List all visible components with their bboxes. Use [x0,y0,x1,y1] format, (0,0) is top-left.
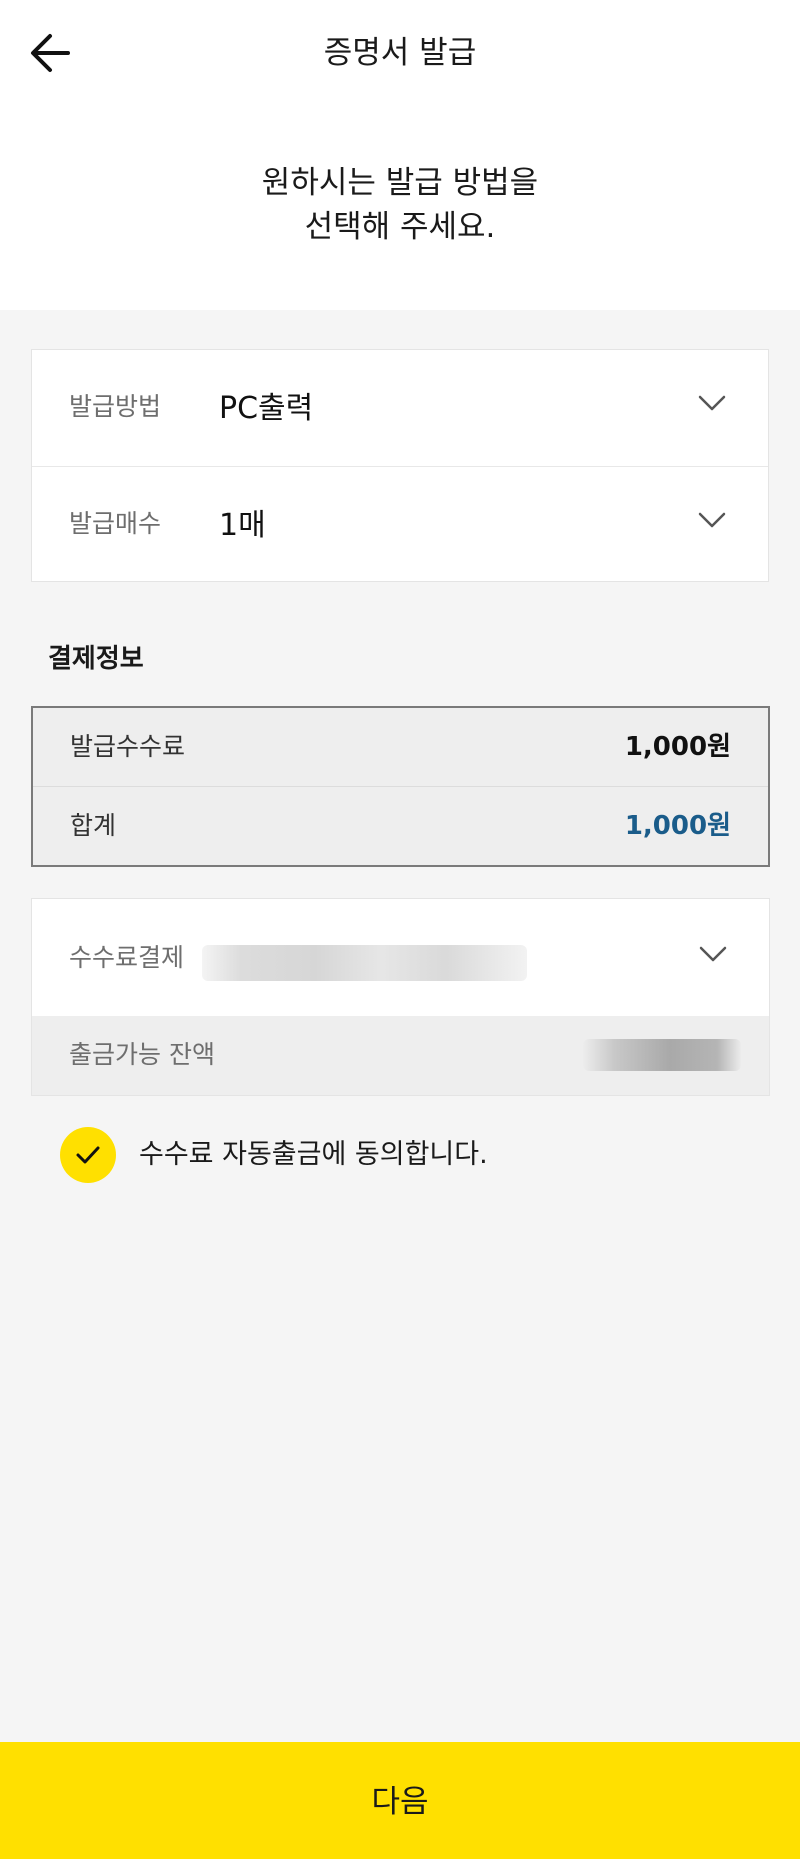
instruction-line-2: 선택해 주세요. [304,209,496,245]
total-row: 합계 1,000원 [33,786,768,865]
issue-method-value: PC출력 [219,391,314,426]
auto-withdrawal-agreement[interactable]: 수수료 자동출금에 동의합니다. [60,1125,760,1185]
fee-label: 발급수수료 [70,732,186,761]
agreement-checkbox[interactable] [60,1127,116,1183]
payment-info-box: 발급수수료 1,000원 합계 1,000원 [31,706,770,867]
masked-account-number [202,945,527,981]
issue-method-select[interactable]: 발급방법 PC출력 [32,350,768,466]
available-balance-row: 출금가능 잔액 [32,1016,769,1095]
top-area: 증명서 발급 원하시는 발급 방법을 선택해 주세요. [0,0,800,310]
fee-payment-label: 수수료결제 [69,943,185,972]
agreement-text: 수수료 자동출금에 동의합니다. [139,1139,488,1170]
instruction-line-1: 원하시는 발급 방법을 [261,165,539,201]
issue-method-label: 발급방법 [69,392,162,421]
next-button-label: 다음 [371,1784,429,1819]
chevron-down-icon [698,511,726,529]
available-balance-label: 출금가능 잔액 [69,1040,215,1069]
instruction-text: 원하시는 발급 방법을 선택해 주세요. [0,161,800,249]
chevron-down-icon [699,945,727,963]
fee-amount: 1,000원 [624,732,731,762]
issue-options-card: 발급방법 PC출력 발급매수 1매 [31,349,769,582]
fee-row: 발급수수료 1,000원 [33,708,768,786]
check-icon [76,1146,100,1164]
chevron-down-icon [698,394,726,412]
total-amount: 1,000원 [624,811,731,841]
header: 증명서 발급 [0,0,800,106]
payment-info-title: 결제정보 [48,644,144,674]
issue-copies-select[interactable]: 발급매수 1매 [32,466,768,583]
issue-copies-value: 1매 [219,508,266,543]
next-button[interactable]: 다음 [0,1742,800,1859]
fee-payment-account-select[interactable]: 수수료결제 [32,899,769,1016]
page-title: 증명서 발급 [323,35,477,71]
masked-balance-amount [583,1039,741,1071]
fee-payment-card: 수수료결제 출금가능 잔액 [31,898,770,1096]
total-label: 합계 [70,811,117,840]
issue-copies-label: 발급매수 [69,509,162,538]
